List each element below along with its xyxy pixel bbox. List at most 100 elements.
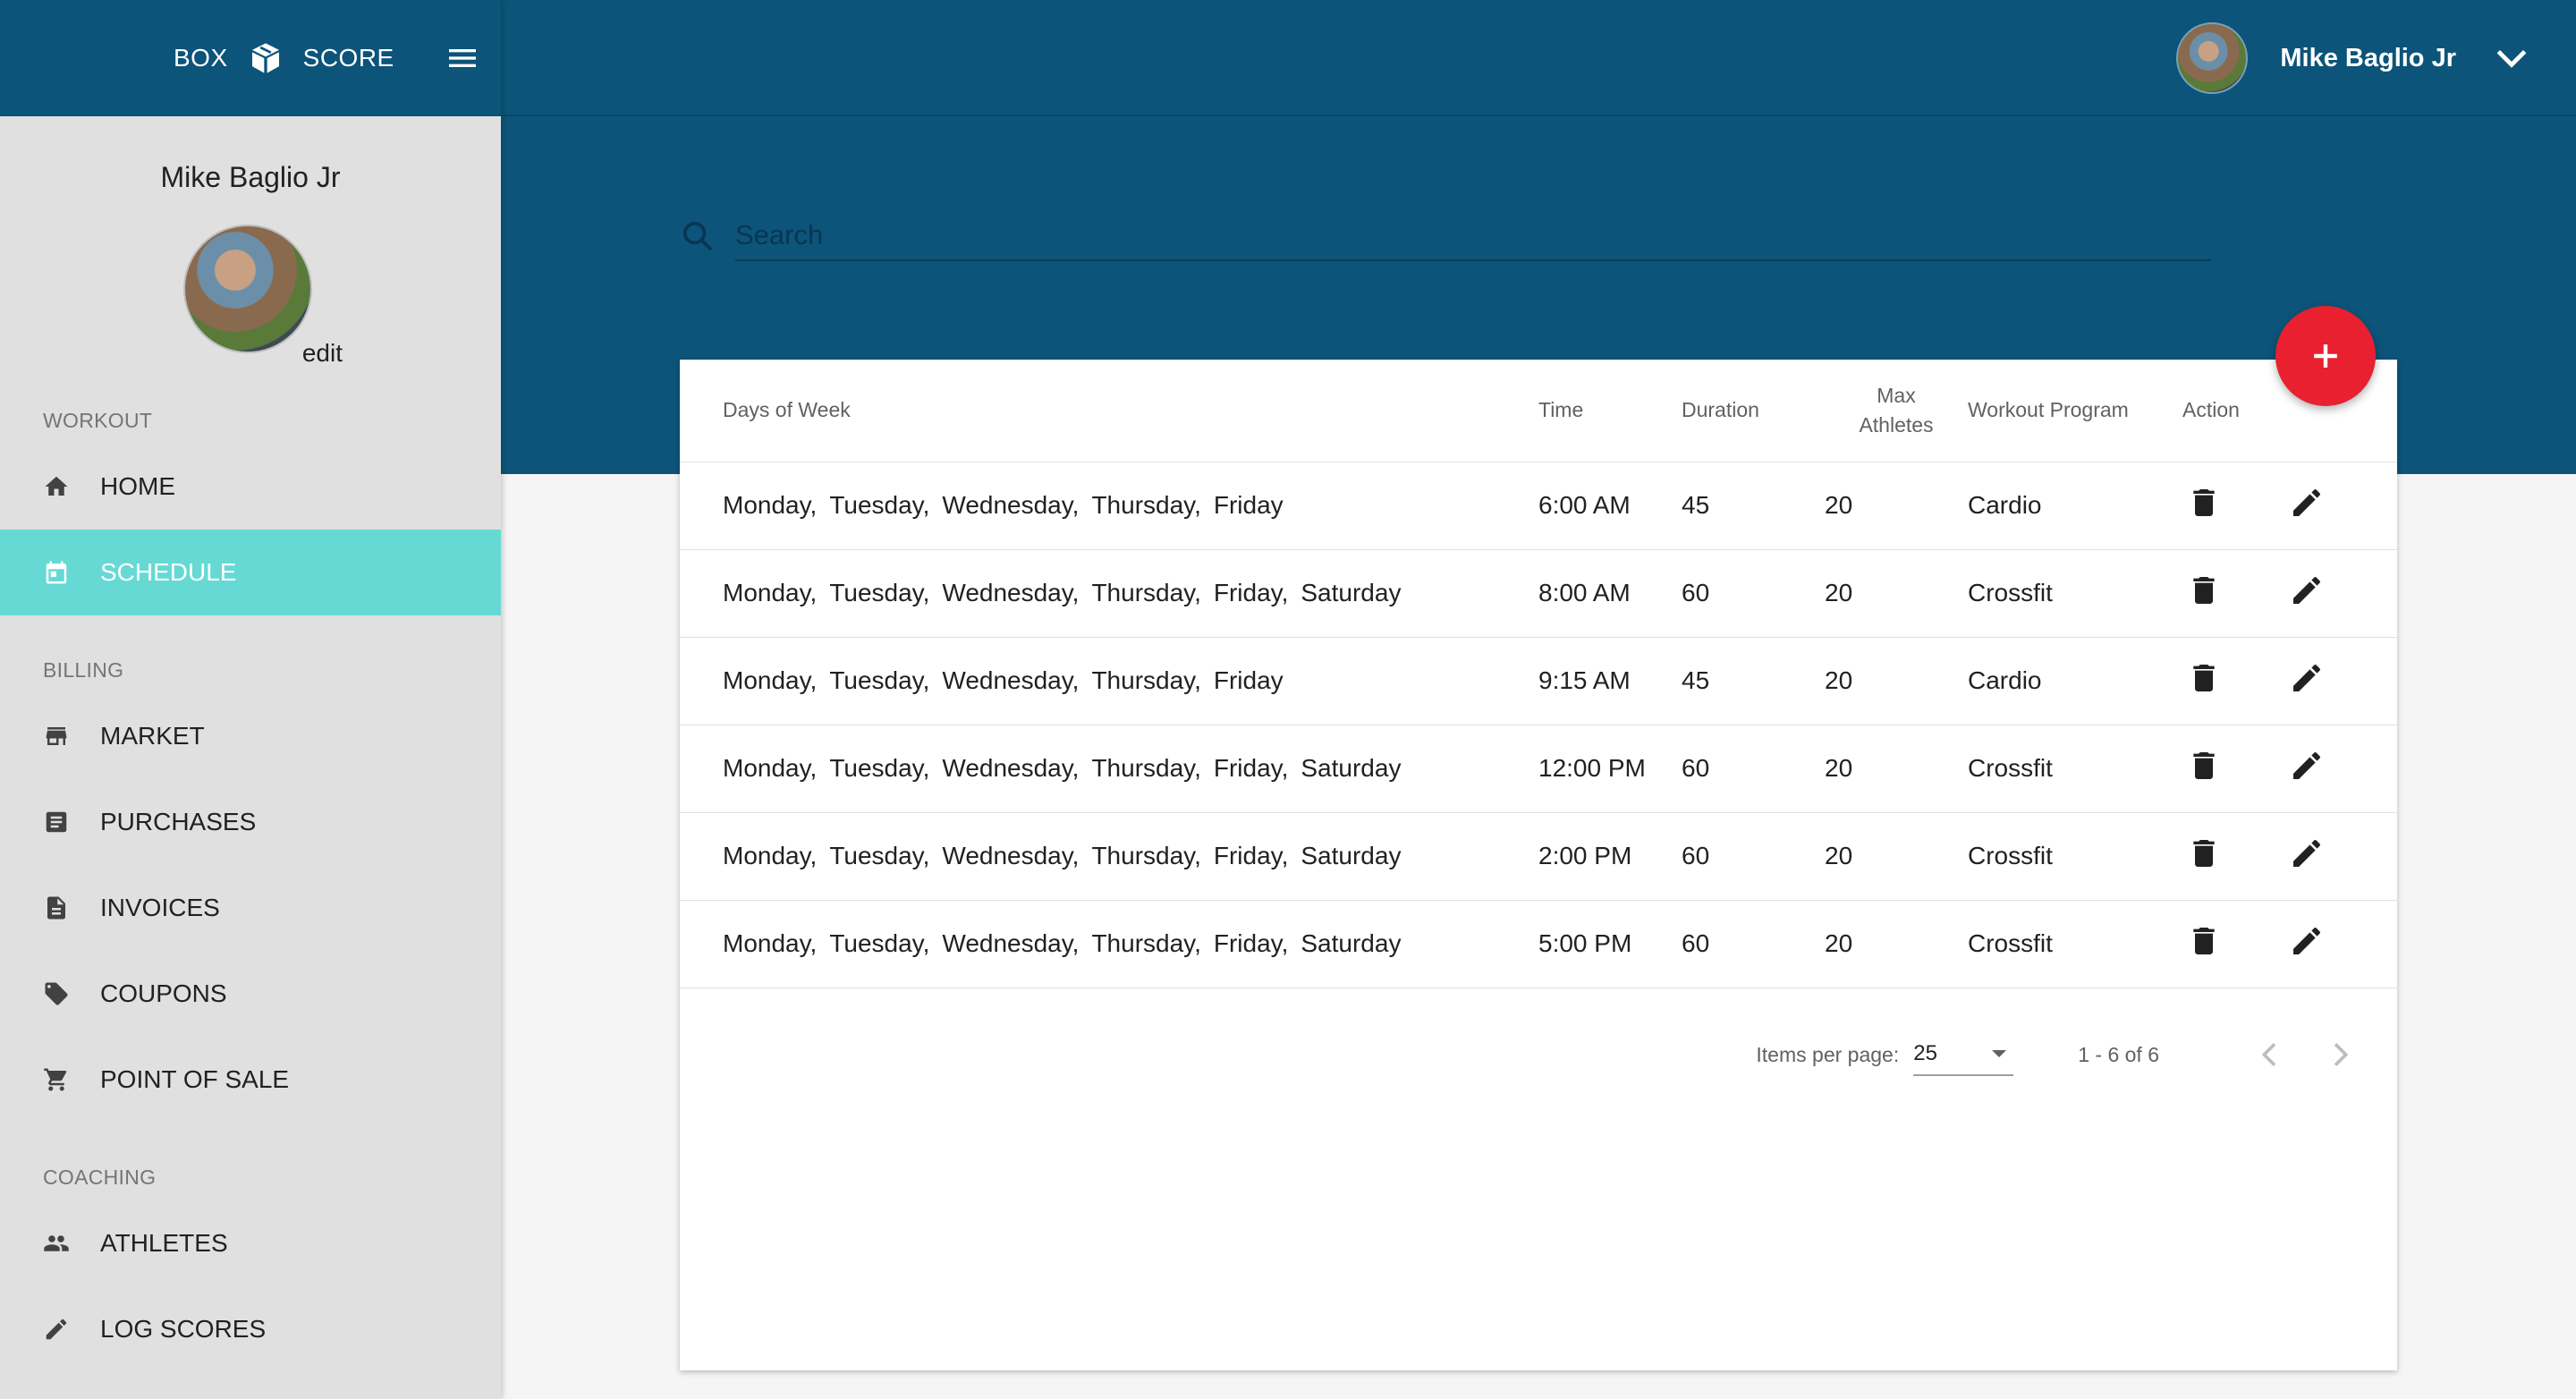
max-athletes-value: 20 [1825, 929, 1853, 957]
pencil-icon [2289, 835, 2325, 878]
delete-button[interactable] [2182, 572, 2225, 615]
sidebar-item-log-scores[interactable]: LOG SCORES [0, 1286, 501, 1372]
cell-time: 6:00 AM [1538, 462, 1682, 550]
cell-days: Monday, Tuesday, Wednesday, Thursday, Friday… [680, 725, 1538, 813]
sidebar-profile: Mike Baglio Jr edit [0, 116, 501, 367]
chevron-right-icon [2334, 1043, 2349, 1066]
delete-button[interactable] [2182, 922, 2225, 965]
trash-icon [2186, 748, 2222, 790]
cell-max-athletes: 20 [1825, 637, 1968, 725]
profile-name: Mike Baglio Jr [160, 161, 341, 193]
day-label: Tuesday, [829, 754, 930, 782]
items-per-page-select[interactable]: 25 [1913, 1033, 2014, 1076]
cell-max-athletes: 20 [1825, 462, 1968, 550]
max-athletes-value: 20 [1825, 666, 1853, 694]
sidebar-item-label: MARKET [100, 722, 205, 750]
cell-time: 12:00 PM [1538, 725, 1682, 813]
day-label: Wednesday, [942, 754, 1080, 782]
header-max-line1: Max [1877, 383, 1916, 407]
tag-icon [43, 980, 70, 1007]
edit-button[interactable] [2285, 835, 2328, 878]
cell-edit [2285, 462, 2397, 550]
header-workout-program[interactable]: Workout Program [1968, 360, 2182, 462]
table-row[interactable]: Monday, Tuesday, Wednesday, Thursday, Friday… [680, 549, 2397, 638]
items-per-page-label: Items per page: [1756, 1042, 1900, 1066]
cell-duration: 45 [1682, 637, 1825, 725]
sidebar-item-schedule[interactable]: SCHEDULE [0, 530, 501, 615]
search-input[interactable] [735, 211, 2211, 261]
max-athletes-value: 20 [1825, 491, 1853, 519]
header-time[interactable]: Time [1538, 360, 1682, 462]
table-row[interactable]: Monday, Tuesday, Wednesday, Thursday, Friday… [680, 725, 2397, 813]
sidebar-item-label: POINT OF SALE [100, 1065, 290, 1093]
table-row[interactable]: Monday, Tuesday, Wednesday, Thursday, Friday… [680, 462, 2397, 550]
cell-duration: 60 [1682, 549, 1825, 638]
hamburger-icon [448, 49, 476, 67]
items-per-page-value: 25 [1913, 1041, 1937, 1065]
edit-button[interactable] [2285, 747, 2328, 790]
cell-duration: 60 [1682, 900, 1825, 988]
previous-page-button[interactable] [2249, 1033, 2292, 1076]
calendar-icon [43, 559, 70, 586]
next-page-button[interactable] [2318, 1033, 2361, 1076]
edit-button[interactable] [2285, 484, 2328, 527]
header-max-athletes[interactable]: Max Athletes [1825, 360, 1968, 462]
header-duration[interactable]: Duration [1682, 360, 1825, 462]
table-header-row: Days of Week Time Duration Max Athletes … [680, 360, 2397, 462]
edit-button[interactable] [2285, 659, 2328, 702]
sidebar-item-home[interactable]: HOME [0, 444, 501, 530]
cell-delete [2182, 812, 2285, 901]
delete-button[interactable] [2182, 835, 2225, 878]
day-label: Friday, [1213, 754, 1289, 782]
cell-workout-program: Crossfit [1968, 549, 2182, 638]
sidebar-item-athletes[interactable]: ATHLETES [0, 1200, 501, 1286]
menu-toggle-button[interactable] [445, 40, 480, 76]
cell-edit [2285, 812, 2397, 901]
chevron-left-icon [2261, 1043, 2276, 1066]
day-label: Tuesday, [829, 666, 930, 694]
day-label: Thursday, [1091, 491, 1201, 519]
table-row[interactable]: Monday, Tuesday, Wednesday, Thursday, Friday… [680, 637, 2397, 725]
sidebar-item-market[interactable]: MARKET [0, 693, 501, 779]
brand-text-left: BOX [174, 44, 228, 72]
day-label: Wednesday, [942, 842, 1080, 869]
chevron-down-icon [2496, 49, 2527, 68]
sidebar-item-label: ATHLETES [100, 1229, 228, 1257]
cell-delete [2182, 900, 2285, 988]
cell-days: Monday, Tuesday, Wednesday, Thursday, Friday [680, 637, 1538, 725]
cell-workout-program: Crossfit [1968, 725, 2182, 813]
user-name: Mike Baglio Jr [2280, 43, 2456, 72]
sidebar-item-point-of-sale[interactable]: POINT OF SALE [0, 1037, 501, 1123]
day-label: Monday, [723, 929, 818, 957]
sidebar-item-purchases[interactable]: PURCHASES [0, 779, 501, 865]
edit-button[interactable] [2285, 572, 2328, 615]
delete-button[interactable] [2182, 747, 2225, 790]
add-schedule-button[interactable] [2275, 306, 2376, 406]
sidebar-item-coupons[interactable]: COUPONS [0, 951, 501, 1037]
cell-time: 8:00 AM [1538, 549, 1682, 638]
sidebar-item-invoices[interactable]: INVOICES [0, 865, 501, 951]
search-bar [680, 211, 2211, 261]
delete-button[interactable] [2182, 484, 2225, 527]
sidebar-item-label: COUPONS [100, 979, 227, 1007]
delete-button[interactable] [2182, 659, 2225, 702]
header-max-line2: Athletes [1859, 412, 1934, 437]
pencil-icon [2289, 748, 2325, 790]
table-row[interactable]: Monday, Tuesday, Wednesday, Thursday, Friday… [680, 812, 2397, 901]
cell-delete [2182, 725, 2285, 813]
edit-avatar-link[interactable]: edit [302, 339, 343, 368]
user-menu[interactable]: Mike Baglio Jr [2176, 22, 2531, 94]
edit-button[interactable] [2285, 922, 2328, 965]
header-days-of-week[interactable]: Days of Week [680, 360, 1538, 462]
cell-workout-program: Crossfit [1968, 900, 2182, 988]
cell-duration: 60 [1682, 812, 1825, 901]
table-row[interactable]: Monday, Tuesday, Wednesday, Thursday, Friday… [680, 900, 2397, 988]
day-label: Friday, [1213, 842, 1289, 869]
avatar[interactable] [183, 225, 312, 353]
cell-time: 5:00 PM [1538, 900, 1682, 988]
day-label: Thursday, [1091, 579, 1201, 606]
pencil-icon [2289, 923, 2325, 965]
day-label: Tuesday, [829, 929, 930, 957]
day-label: Friday [1213, 491, 1284, 519]
day-label: Wednesday, [942, 666, 1080, 694]
